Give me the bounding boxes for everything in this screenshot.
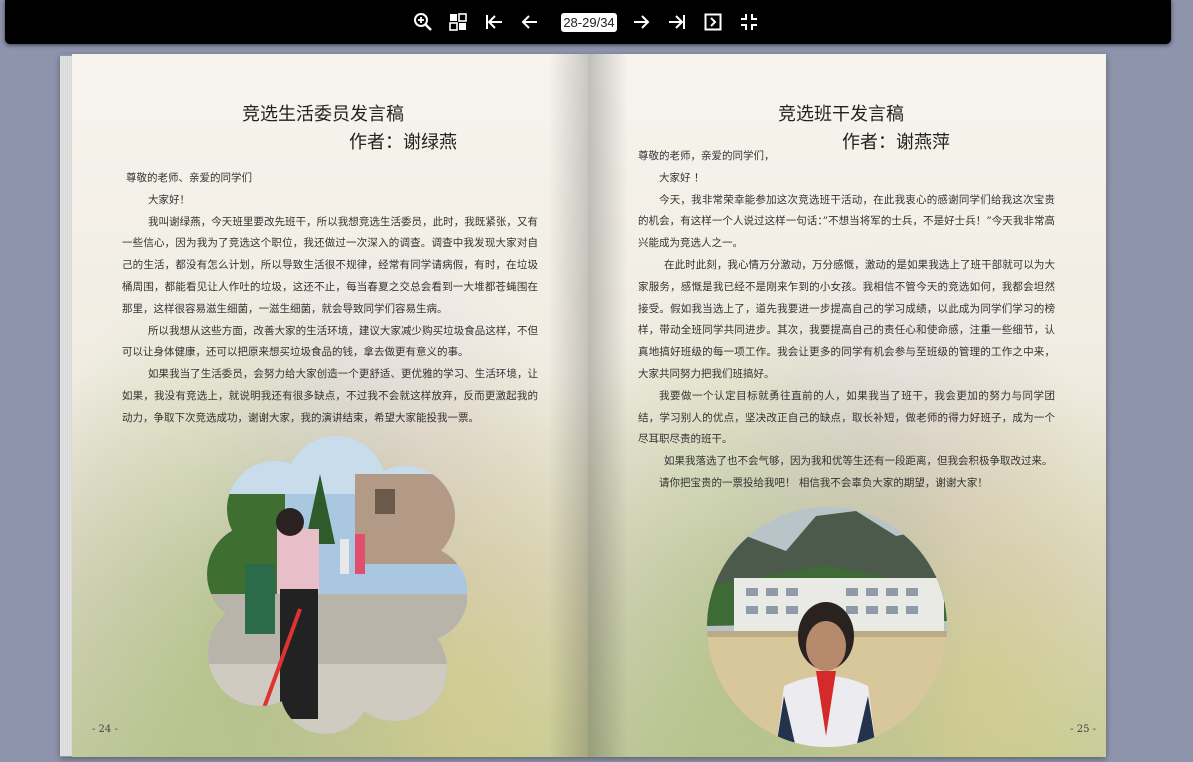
first-page-icon[interactable] — [483, 11, 505, 33]
page-number-left: - 24 - — [92, 724, 118, 735]
previous-page-icon[interactable] — [519, 11, 541, 33]
book-spread: 竞选生活委员发言稿 作者：谢绿燕 尊敬的老师、亲爱的同学们 大家好！ 我叫谢绿燕… — [60, 54, 1106, 757]
greeting: 大家好！ — [148, 193, 190, 206]
single-page-icon[interactable] — [702, 11, 724, 33]
salutation: 尊敬的老师、亲爱的同学们 — [126, 172, 252, 184]
left-page[interactable]: 竞选生活委员发言稿 作者：谢绿燕 尊敬的老师、亲爱的同学们 大家好！ 我叫谢绿燕… — [72, 54, 588, 757]
body-paragraph: 如果我当了生活委员，会努力给大家创造一个更舒适、更优雅的学习、生活环境，让如果，… — [122, 368, 538, 424]
right-page-title: 竞选班干发言稿 — [778, 104, 904, 125]
reader-toolbar: 28-29/34 — [5, 0, 1171, 44]
body-paragraph: 我要做一个认定目标就勇往直前的人，如果我当了班干，我会更加的努力与同学团结，学习… — [638, 389, 1055, 446]
last-page-icon[interactable] — [666, 11, 688, 33]
body-paragraph: 在此时此刻，我心情万分激动，万分感慨，激动的是如果我选上了班干部就可以为大家服务… — [638, 258, 1055, 380]
thumbnails-icon[interactable] — [447, 11, 469, 33]
left-page-body: 尊敬的老师、亲爱的同学们 大家好！ 我叫谢绿燕，今天班里要改先班干，所以我想竞选… — [122, 168, 538, 430]
fullscreen-icon[interactable] — [738, 11, 760, 33]
greeting: 大家好 ！ — [659, 171, 705, 184]
body-paragraph: 所以我想从这些方面，改善大家的生活环境，建议大家减少购买垃圾食品这样，不但可以让… — [122, 324, 538, 359]
body-paragraph: 请你把宝贵的一票投给我吧！ 相信我不会辜负大家的期望，谢谢大家！ — [659, 476, 988, 489]
body-paragraph: 我叫谢绿燕，今天班里要改先班干，所以我想竞选生活委员，此时，我既紧张，又有一些信… — [122, 215, 538, 315]
left-page-title: 竞选生活委员发言稿 — [242, 104, 404, 125]
next-page-icon[interactable] — [630, 11, 652, 33]
body-paragraph: 如果我落选了也不会气够，因为我和优等生还有一段距离，但我会积极争取改过来。 — [664, 455, 1053, 468]
page-indicator[interactable]: 28-29/34 — [561, 13, 617, 32]
right-page[interactable]: 竞选班干发言稿 作者：谢燕萍 尊敬的老师，亲爱的同学们， 大家好 ！ 今天，我非… — [588, 54, 1106, 757]
left-page-author: 作者：谢绿燕 — [349, 132, 457, 153]
right-page-body: 尊敬的老师，亲爱的同学们， 大家好 ！ 今天，我非常荣幸能参加这次竞选班干活动，… — [638, 146, 1055, 495]
salutation: 尊敬的老师，亲爱的同学们， — [638, 150, 775, 162]
page-number-right: - 25 - — [1070, 724, 1096, 735]
body-paragraph: 今天，我非常荣幸能参加这次竞选班干活动，在此我衷心的感谢同学们给我这次宝贵的机会… — [638, 193, 1055, 250]
zoom-in-icon[interactable] — [412, 11, 434, 33]
circle-photo-girl-portrait — [707, 507, 947, 747]
flower-photo-girl-sweeping — [207, 436, 467, 734]
page-stack-edge — [60, 56, 72, 756]
